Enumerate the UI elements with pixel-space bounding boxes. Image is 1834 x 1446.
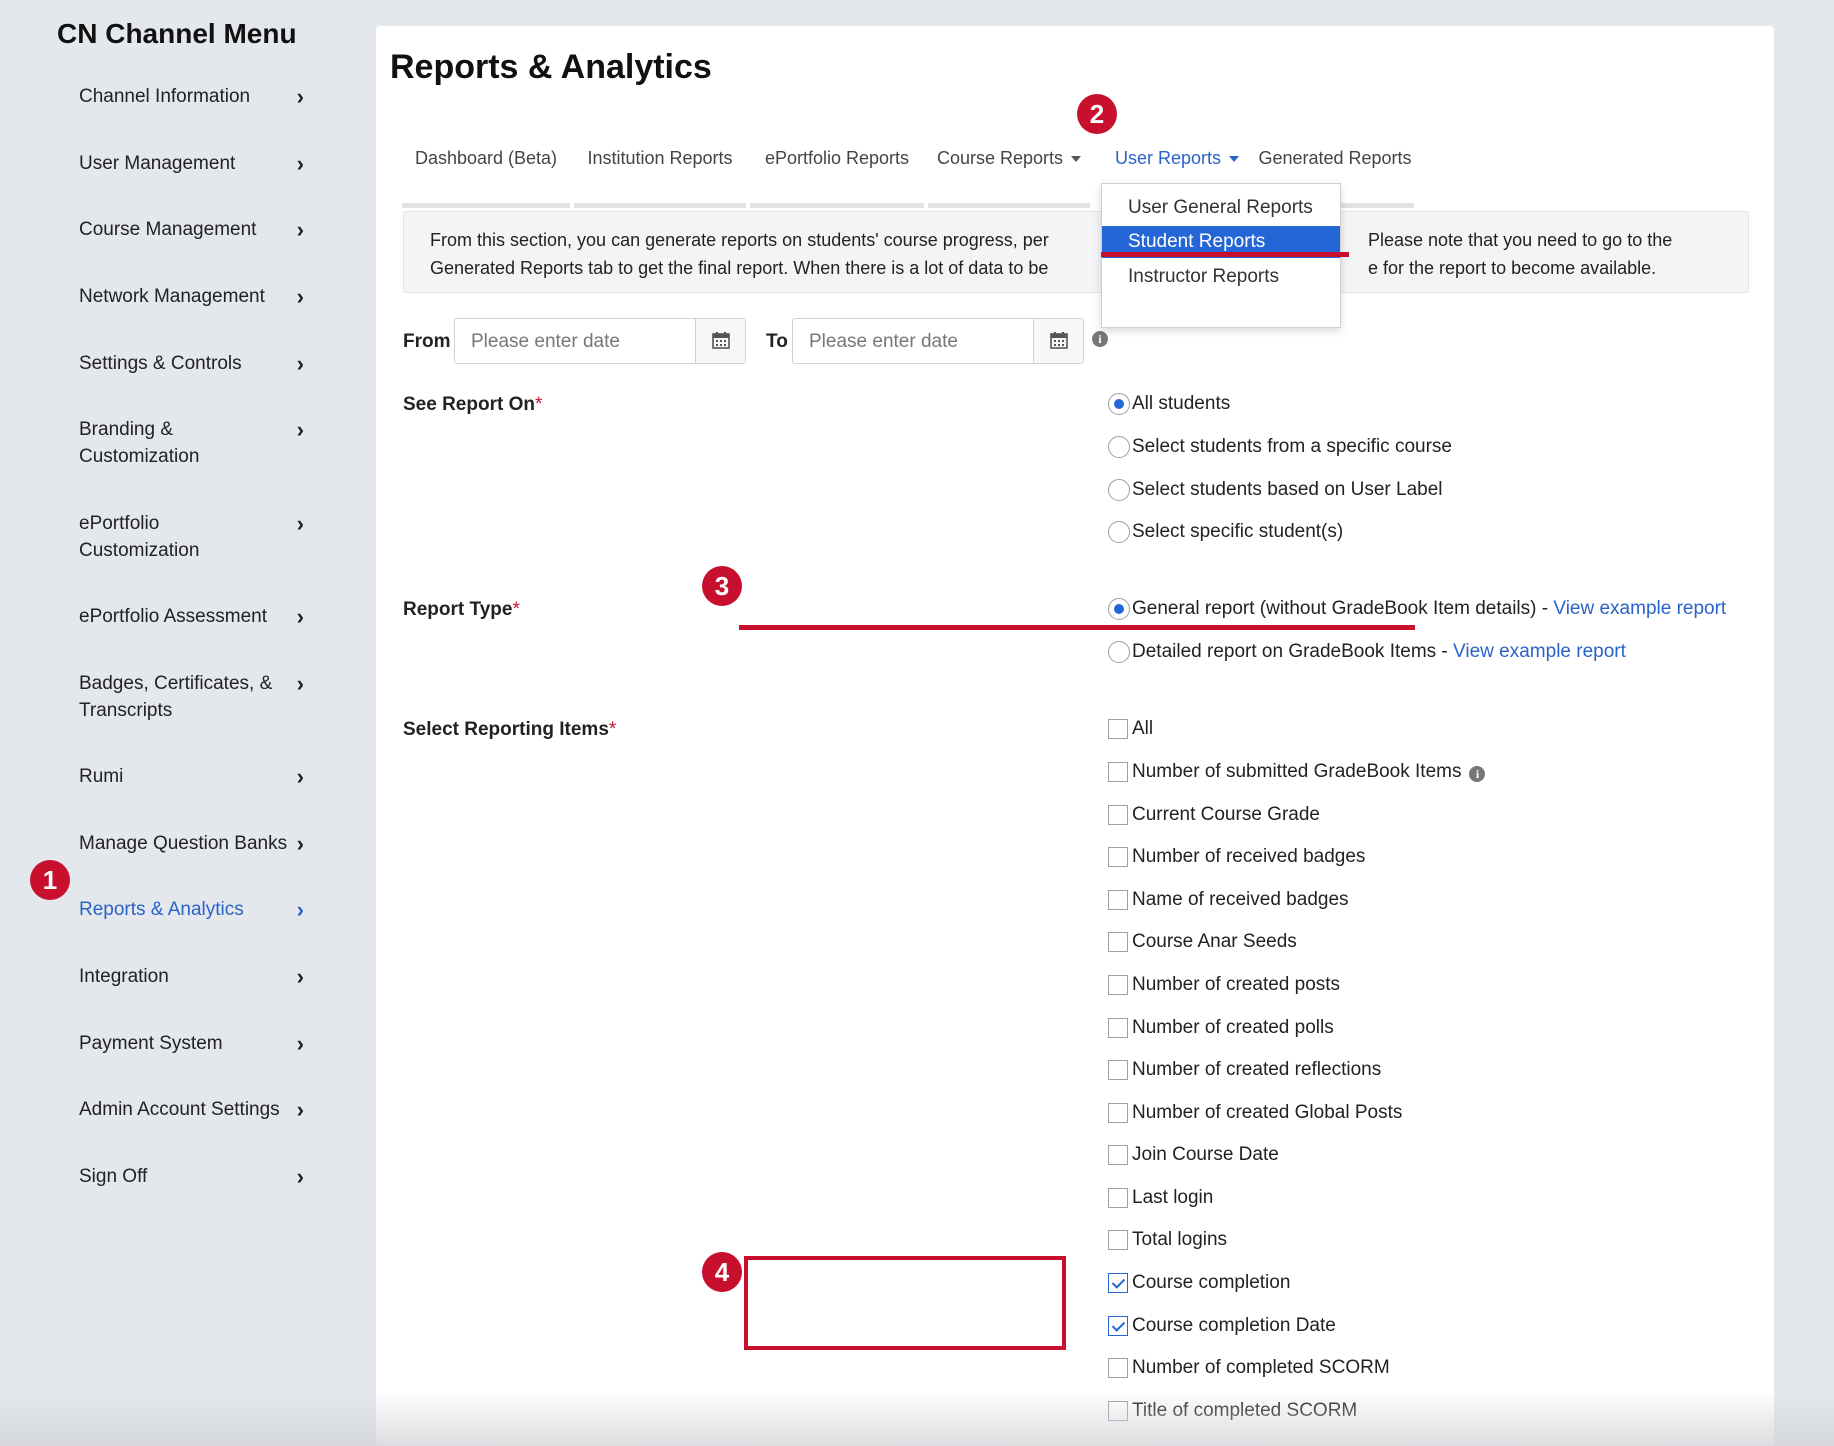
- info-message: From this section, you can generate repo…: [403, 211, 1749, 293]
- chevron-right-icon: ›: [296, 84, 304, 109]
- info-icon[interactable]: i: [1469, 766, 1486, 782]
- view-example-report-link[interactable]: View example report: [1553, 598, 1726, 619]
- tab-dashboard[interactable]: Dashboard (Beta): [402, 136, 570, 208]
- chevron-right-icon: ›: [296, 284, 304, 309]
- sidebar-item-user-management[interactable]: User Management ›: [79, 150, 304, 177]
- annotation-underline-general-report: [739, 625, 1415, 630]
- checkbox-course-anar-seeds[interactable]: Course Anar Seeds: [1108, 929, 1297, 955]
- sidebar-item-question-banks[interactable]: Manage Question Banks ›: [79, 830, 304, 857]
- sidebar: CN Channel Menu Channel Information › Use…: [0, 0, 370, 1446]
- reporting-items-label: Select Reporting Items*: [403, 719, 617, 740]
- view-example-report-link[interactable]: View example report: [1453, 641, 1626, 662]
- sidebar-item-eportfolio-assessment[interactable]: ePortfolio Assessment ›: [79, 603, 304, 630]
- sidebar-item-integration[interactable]: Integration ›: [79, 963, 304, 990]
- main-panel: Reports & Analytics Dashboard (Beta) Ins…: [376, 26, 1774, 1446]
- chevron-right-icon: ›: [296, 1164, 304, 1189]
- chevron-right-icon: ›: [296, 831, 304, 856]
- from-label: From: [403, 331, 451, 352]
- chevron-right-icon: ›: [296, 151, 304, 176]
- checkbox-completed-scorm-title[interactable]: Title of completed SCORM: [1108, 1398, 1357, 1424]
- checkbox-current-course-grade[interactable]: Current Course Grade: [1108, 802, 1320, 828]
- sidebar-item-settings-controls[interactable]: Settings & Controls ›: [79, 350, 304, 377]
- sidebar-item-network-management[interactable]: Network Management ›: [79, 283, 304, 310]
- annotation-badge-3: 3: [702, 566, 742, 606]
- sidebar-item-sign-off[interactable]: Sign Off ›: [79, 1163, 304, 1190]
- sidebar-item-course-management[interactable]: Course Management ›: [79, 216, 304, 243]
- chevron-right-icon: ›: [296, 217, 304, 242]
- sidebar-item-badges[interactable]: Badges, Certificates, & Transcripts ›: [79, 670, 304, 724]
- checkbox-join-course-date[interactable]: Join Course Date: [1108, 1142, 1279, 1168]
- chevron-right-icon: ›: [296, 1031, 304, 1056]
- page-title: Reports & Analytics: [390, 48, 712, 86]
- sidebar-title: CN Channel Menu: [57, 18, 297, 49]
- checkbox-completed-scorm-count[interactable]: Number of completed SCORM: [1108, 1355, 1390, 1381]
- checkbox-course-completion-date[interactable]: Course completion Date: [1108, 1313, 1336, 1339]
- to-label: To: [766, 331, 788, 352]
- annotation-badge-2: 2: [1077, 94, 1117, 134]
- checkbox-created-global-posts[interactable]: Number of created Global Posts: [1108, 1100, 1402, 1126]
- checkbox-total-logins[interactable]: Total logins: [1108, 1227, 1227, 1253]
- chevron-right-icon: ›: [296, 897, 304, 922]
- radio-general-report[interactable]: General report (without GradeBook Item d…: [1108, 596, 1726, 622]
- sidebar-item-eportfolio-customization[interactable]: ePortfolio Customization ›: [79, 510, 304, 564]
- menu-item-instructor-reports[interactable]: Instructor Reports: [1102, 261, 1340, 293]
- chevron-right-icon: ›: [296, 964, 304, 989]
- calendar-icon[interactable]: [695, 319, 745, 363]
- sidebar-item-rumi[interactable]: Rumi ›: [79, 763, 304, 790]
- chevron-right-icon: ›: [296, 351, 304, 376]
- annotation-underline-student-reports: [1101, 252, 1349, 257]
- radio-all-students[interactable]: All students: [1108, 391, 1230, 417]
- chevron-right-icon: ›: [296, 511, 304, 536]
- chevron-right-icon: ›: [296, 1097, 304, 1122]
- sidebar-item-payment-system[interactable]: Payment System ›: [79, 1030, 304, 1057]
- from-date-input[interactable]: Please enter date: [454, 318, 746, 364]
- annotation-badge-4: 4: [702, 1252, 742, 1292]
- sidebar-item-channel-information[interactable]: Channel Information ›: [79, 83, 304, 110]
- chevron-right-icon: ›: [296, 604, 304, 629]
- see-report-on-label: See Report On*: [403, 394, 543, 415]
- caret-down-icon: [1229, 156, 1240, 163]
- caret-down-icon: [1071, 156, 1082, 163]
- radio-detailed-report[interactable]: Detailed report on GradeBook Items - Vie…: [1108, 639, 1626, 665]
- chevron-right-icon: ›: [296, 417, 304, 442]
- checkbox-received-badges-name[interactable]: Name of received badges: [1108, 887, 1349, 913]
- to-date-input[interactable]: Please enter date: [792, 318, 1084, 364]
- tab-course-reports[interactable]: Course Reports: [928, 136, 1090, 208]
- annotation-highlight-box: [744, 1256, 1066, 1350]
- calendar-icon[interactable]: [1033, 319, 1083, 363]
- tab-institution-reports[interactable]: Institution Reports: [574, 136, 746, 208]
- checkbox-received-badges-count[interactable]: Number of received badges: [1108, 844, 1365, 870]
- radio-students-specific-course[interactable]: Select students from a specific course: [1108, 434, 1452, 460]
- chevron-right-icon: ›: [296, 671, 304, 696]
- annotation-badge-1: 1: [30, 860, 70, 900]
- info-icon[interactable]: i: [1092, 331, 1108, 347]
- sidebar-item-branding[interactable]: Branding & Customization ›: [79, 416, 304, 470]
- menu-item-user-general-reports[interactable]: User General Reports: [1102, 192, 1340, 224]
- checkbox-created-posts[interactable]: Number of created posts: [1108, 972, 1340, 998]
- checkbox-created-reflections[interactable]: Number of created reflections: [1108, 1057, 1381, 1083]
- tab-eportfolio-reports[interactable]: ePortfolio Reports: [750, 136, 924, 208]
- report-type-label: Report Type*: [403, 599, 520, 620]
- checkbox-course-completion[interactable]: Course completion: [1108, 1270, 1290, 1296]
- radio-specific-students[interactable]: Select specific student(s): [1108, 519, 1343, 545]
- sidebar-item-admin-account[interactable]: Admin Account Settings ›: [79, 1096, 304, 1123]
- sidebar-item-reports-analytics[interactable]: Reports & Analytics ›: [79, 896, 304, 923]
- checkbox-created-polls[interactable]: Number of created polls: [1108, 1015, 1334, 1041]
- radio-students-user-label[interactable]: Select students based on User Label: [1108, 477, 1443, 503]
- checkbox-all[interactable]: All: [1108, 716, 1153, 742]
- checkbox-last-login[interactable]: Last login: [1108, 1185, 1213, 1211]
- chevron-right-icon: ›: [296, 764, 304, 789]
- checkbox-submitted-gradebook-items[interactable]: Number of submitted GradeBook Items i: [1108, 759, 1486, 785]
